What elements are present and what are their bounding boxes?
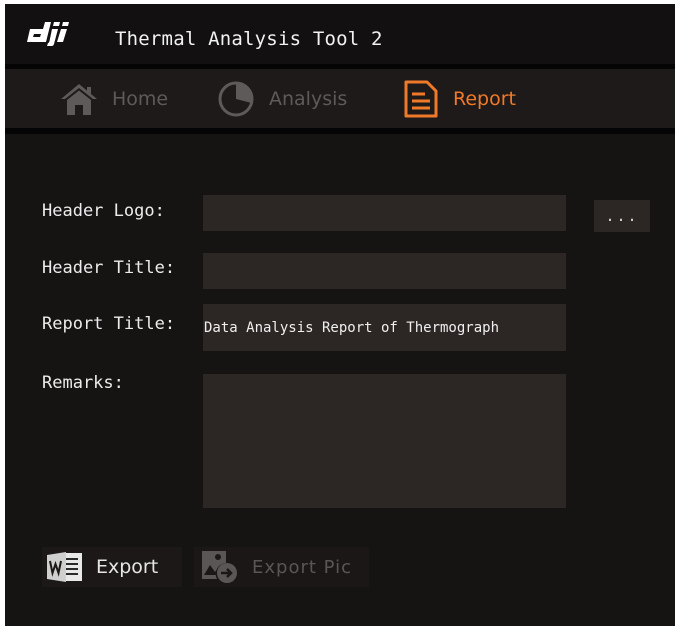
tab-analysis[interactable]: Analysis [217, 79, 347, 119]
header-title-label: Header Title: [42, 258, 176, 278]
header-logo-field[interactable] [203, 195, 566, 231]
nav-divider [5, 128, 675, 134]
home-icon [61, 84, 97, 115]
tab-analysis-label: Analysis [269, 88, 348, 110]
dji-logo [27, 22, 69, 46]
app-title: Thermal Analysis Tool 2 [115, 28, 383, 50]
export-pic-button[interactable]: Export Pic [194, 547, 369, 587]
tab-home[interactable]: Home [60, 79, 168, 119]
nav-bar: Home Analysis Report [5, 69, 675, 128]
export-label: Export [96, 556, 159, 578]
header-title-field[interactable] [203, 253, 566, 289]
remarks-field[interactable] [203, 374, 566, 508]
report-document-icon [404, 80, 438, 118]
browse-logo-button[interactable]: ... [594, 200, 650, 232]
pie-chart-icon [218, 81, 254, 117]
remarks-label: Remarks: [42, 373, 124, 393]
word-document-icon [47, 552, 82, 582]
header-logo-label: Header Logo: [42, 201, 165, 221]
export-picture-icon [202, 551, 237, 583]
tab-report[interactable]: Report [403, 79, 516, 119]
app-window: Thermal Analysis Tool 2 Home Analysis Re… [5, 4, 675, 626]
tab-report-label: Report [453, 88, 516, 110]
tab-home-label: Home [112, 88, 169, 110]
report-title-field[interactable] [203, 304, 566, 351]
export-button[interactable]: Export [42, 547, 182, 587]
export-pic-label: Export Pic [252, 556, 352, 578]
title-bar: Thermal Analysis Tool 2 [5, 4, 675, 64]
report-title-label: Report Title: [42, 314, 176, 334]
